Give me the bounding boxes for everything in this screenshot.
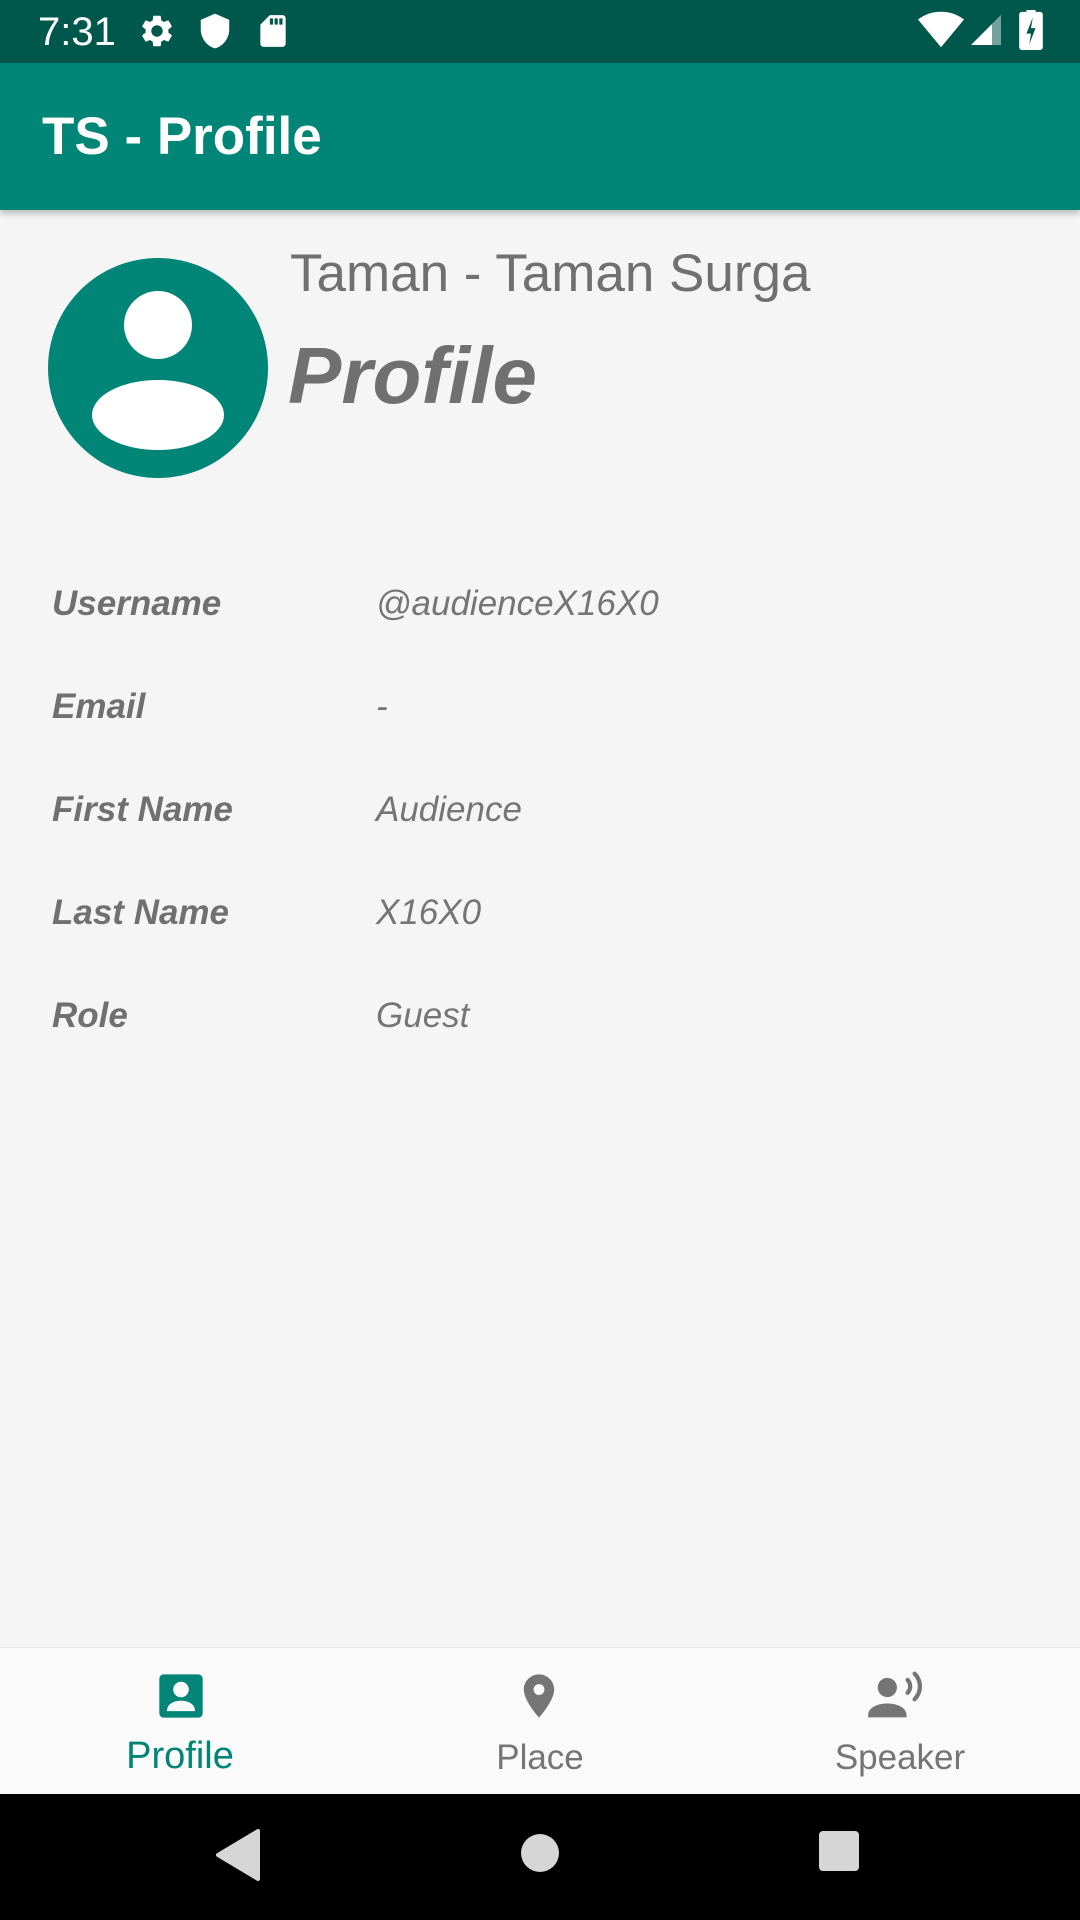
- status-time: 7:31: [38, 10, 116, 54]
- shield-icon: [200, 13, 230, 49]
- status-bar: 7:31: [0, 0, 1080, 63]
- last-name-label: Last Name: [52, 893, 230, 932]
- role-row: Role Guest: [0, 986, 1080, 1046]
- sd-card-icon: [260, 15, 286, 47]
- role-value: Guest: [376, 996, 470, 1035]
- page-heading: Profile: [288, 331, 537, 420]
- nav-label-profile: Profile: [126, 1735, 234, 1777]
- profile-content: Taman - Taman Surga Profile Username @au…: [0, 210, 1080, 1647]
- email-row: Email -: [0, 677, 1080, 737]
- first-name-value: Audience: [376, 790, 522, 829]
- recents-icon[interactable]: [818, 1830, 860, 1872]
- nav-item-place[interactable]: Place: [360, 1648, 720, 1795]
- profile-badge-icon: [159, 1674, 203, 1718]
- system-navigation-bar: [0, 1794, 1080, 1920]
- battery-charging-icon: [1019, 10, 1043, 50]
- username-value: @audienceX16X0: [376, 584, 659, 623]
- username-row: Username @audienceX16X0: [0, 574, 1080, 634]
- nav-label-place: Place: [496, 1738, 584, 1777]
- first-name-label: First Name: [52, 790, 233, 829]
- email-label: Email: [52, 687, 146, 726]
- first-name-row: First Name Audience: [0, 780, 1080, 840]
- last-name-value: X16X0: [376, 893, 482, 932]
- username-label: Username: [52, 584, 222, 623]
- nav-item-speaker[interactable]: Speaker: [720, 1648, 1080, 1795]
- nav-label-speaker: Speaker: [834, 1738, 966, 1777]
- speaker-person-icon: [868, 1671, 923, 1718]
- location-pin-icon: [523, 1674, 555, 1718]
- last-name-row: Last Name X16X0: [0, 883, 1080, 943]
- role-label: Role: [52, 996, 128, 1035]
- back-icon[interactable]: [214, 1827, 260, 1883]
- gear-icon: [142, 15, 172, 47]
- account-circle-icon: [48, 258, 268, 478]
- home-icon[interactable]: [516, 1829, 564, 1877]
- email-value: -: [376, 687, 388, 726]
- app-bar: TS - Profile: [0, 63, 1080, 210]
- bottom-navigation: Profile Place Speaker: [0, 1647, 1080, 1795]
- app-title: TS - Profile: [42, 107, 322, 166]
- org-name: Taman - Taman Surga: [290, 244, 811, 303]
- wifi-icon: [918, 11, 964, 48]
- nav-item-profile[interactable]: Profile: [0, 1648, 360, 1795]
- signal-icon: [971, 15, 1001, 45]
